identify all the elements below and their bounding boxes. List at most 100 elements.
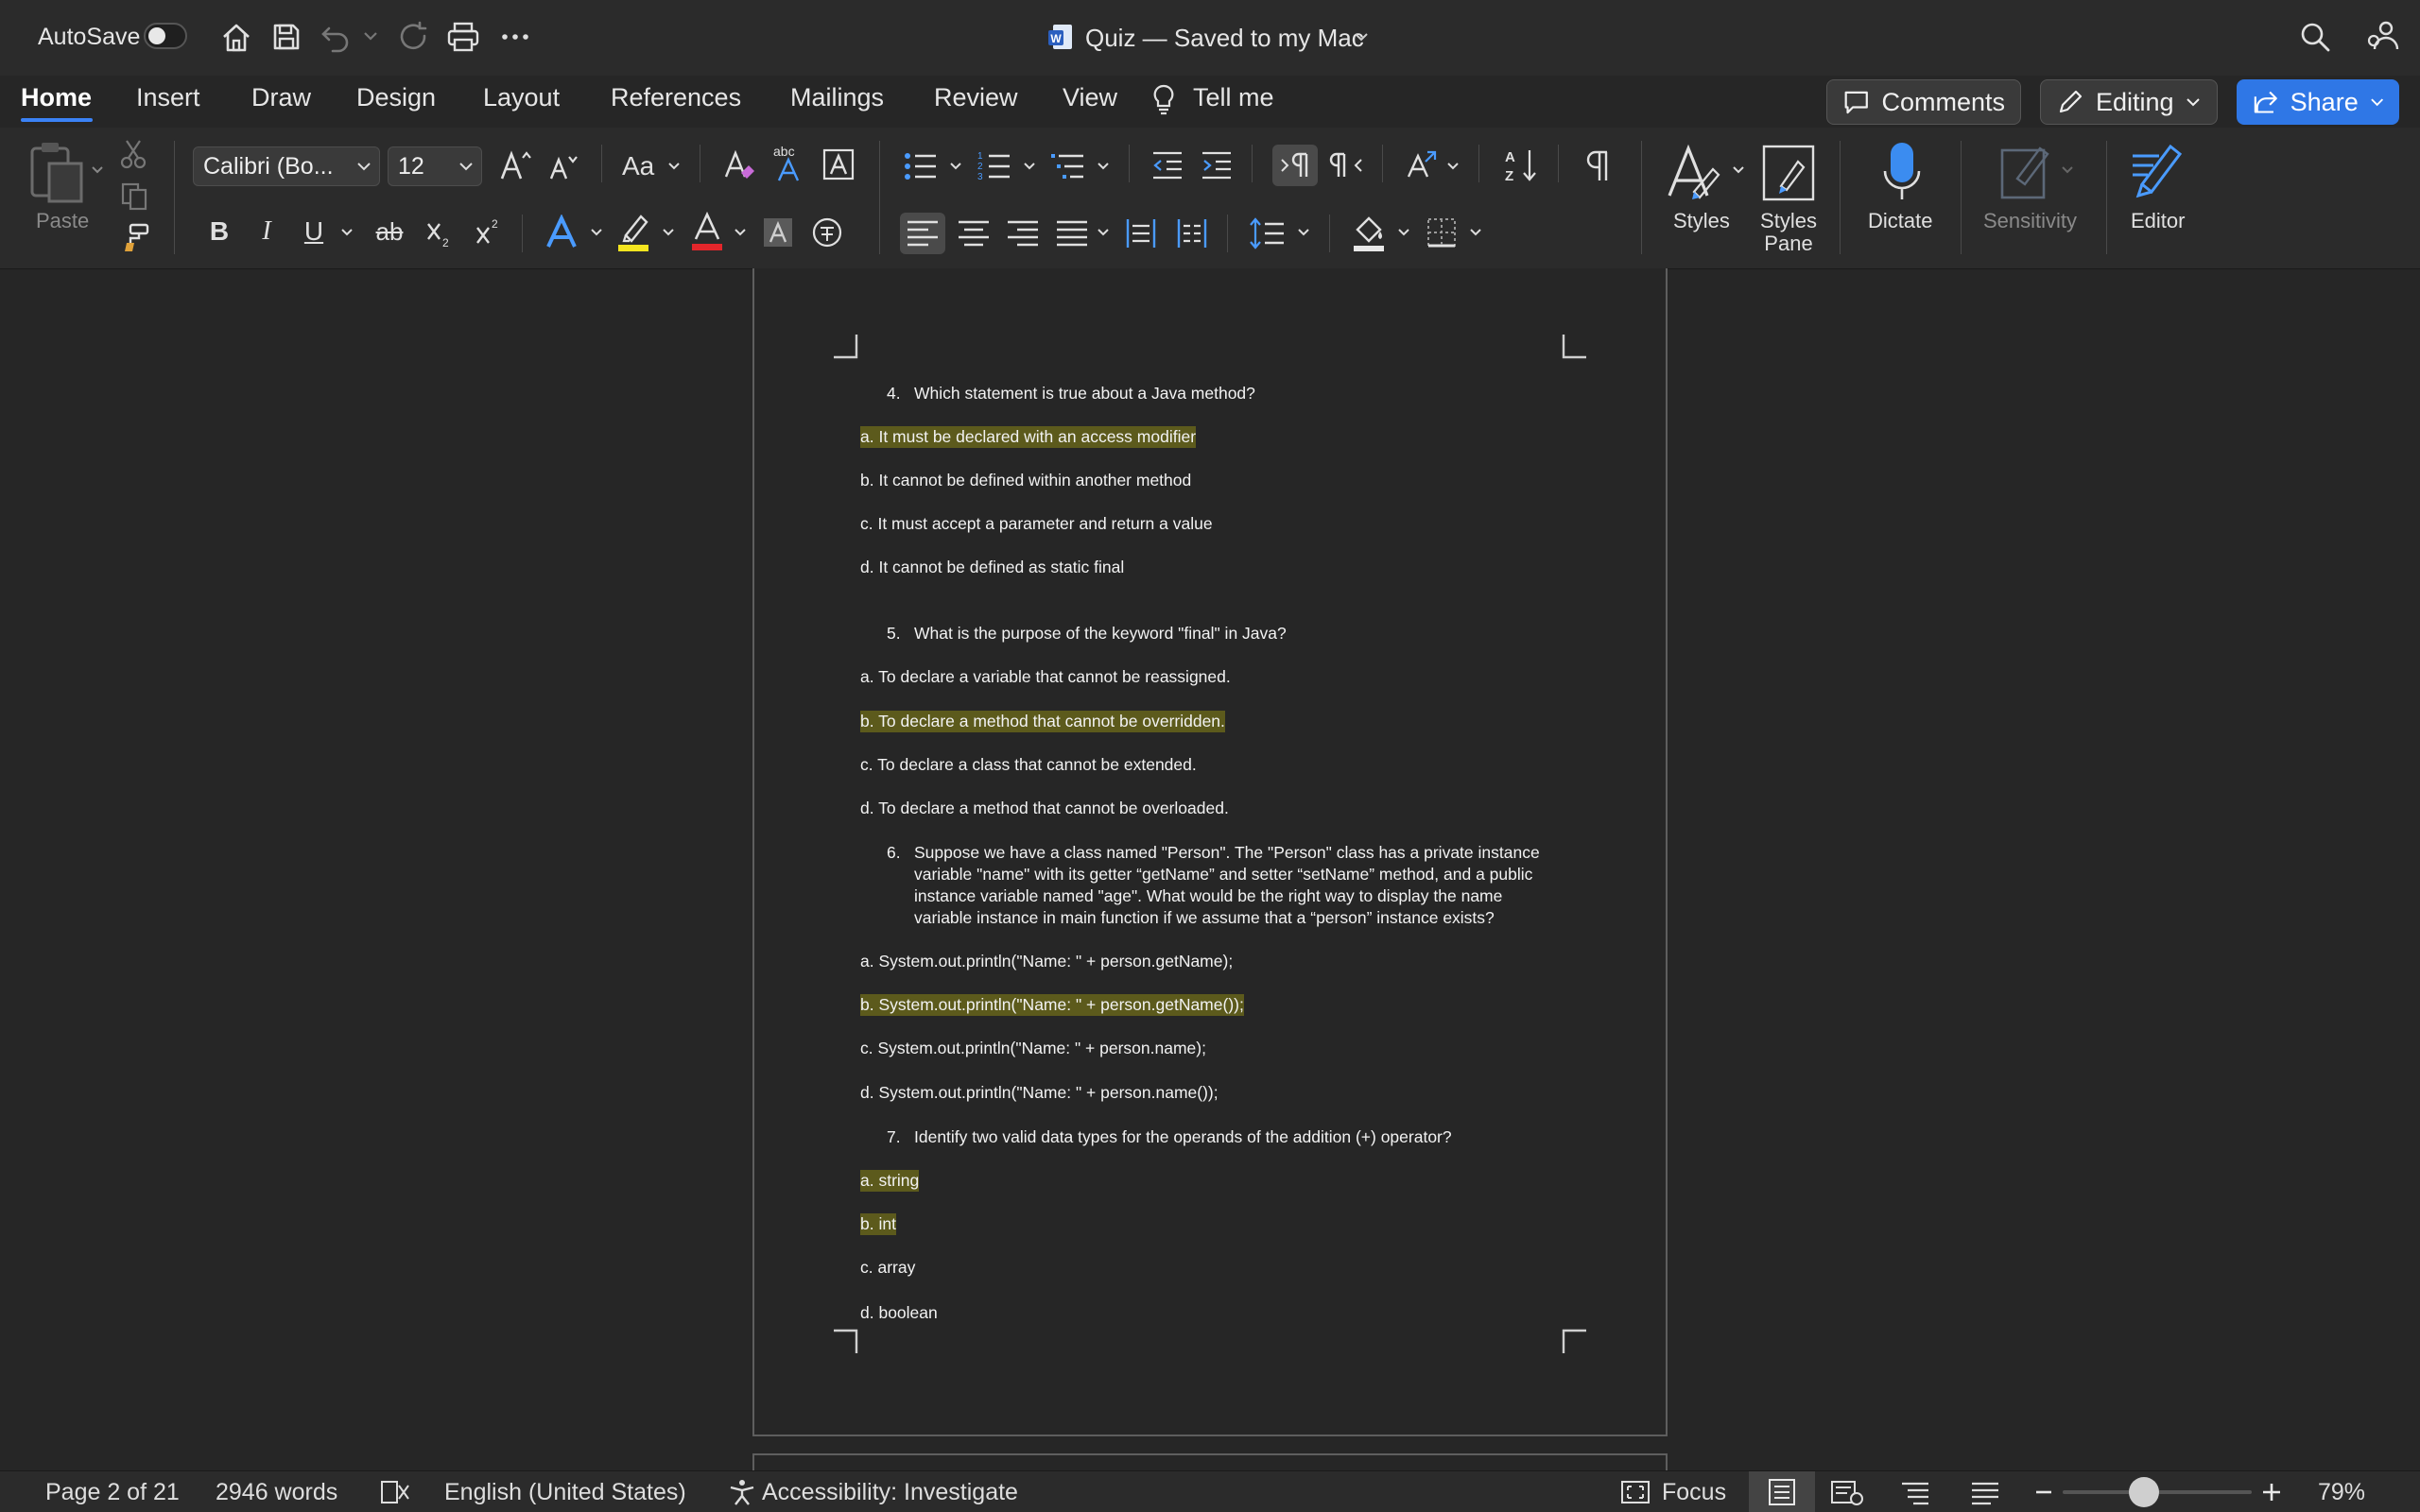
bullets-chevron-down-icon[interactable]: [949, 162, 962, 171]
zoom-level[interactable]: 79%: [2318, 1479, 2365, 1506]
multilevel-list-icon[interactable]: [1051, 150, 1085, 182]
subscript-icon[interactable]: 2: [425, 216, 454, 249]
borders-chevron-down-icon[interactable]: [1469, 228, 1482, 237]
shrink-font-icon[interactable]: [548, 152, 580, 182]
accessibility-icon[interactable]: [728, 1478, 756, 1506]
proofing-icon[interactable]: [380, 1478, 410, 1506]
tab-home[interactable]: Home: [21, 83, 92, 112]
highlight-chevron-down-icon[interactable]: [662, 228, 675, 237]
show-formatting-marks-icon[interactable]: [1582, 148, 1615, 182]
outline-view-icon[interactable]: [1900, 1480, 1930, 1506]
focus-mode-icon[interactable]: [1620, 1480, 1651, 1504]
tab-view[interactable]: View: [1063, 83, 1117, 112]
microphone-icon[interactable]: [1881, 141, 1923, 203]
font-color-chevron-down-icon[interactable]: [734, 228, 747, 237]
align-left-button[interactable]: [900, 213, 945, 254]
zoom-in-icon[interactable]: [2259, 1480, 2284, 1504]
save-icon[interactable]: [270, 21, 302, 53]
character-shading-icon[interactable]: [762, 216, 794, 249]
bullets-icon[interactable]: [904, 150, 938, 182]
document-title[interactable]: Quiz — Saved to my Mac: [1085, 24, 1364, 53]
focus-mode-label[interactable]: Focus: [1662, 1479, 1726, 1506]
cut-icon[interactable]: [119, 139, 147, 169]
web-layout-view-icon[interactable]: [1830, 1480, 1864, 1506]
autosave-toggle[interactable]: [144, 23, 187, 49]
bold-button[interactable]: B: [206, 215, 233, 249]
editor-label[interactable]: Editor: [2131, 209, 2185, 233]
change-case-chevron-down-icon[interactable]: [667, 162, 681, 171]
tell-me-search[interactable]: Tell me: [1193, 83, 1274, 112]
tab-design[interactable]: Design: [356, 83, 436, 112]
print-layout-view-button[interactable]: [1749, 1471, 1815, 1512]
zoom-slider-thumb[interactable]: [2129, 1477, 2159, 1507]
undo-chevron-down-icon[interactable]: [363, 30, 378, 42]
columns-icon[interactable]: [1176, 216, 1208, 250]
copy-icon[interactable]: [119, 180, 149, 211]
draft-view-icon[interactable]: [1970, 1480, 2000, 1506]
italic-button[interactable]: I: [253, 215, 280, 249]
share-button[interactable]: Share: [2237, 79, 2399, 125]
underline-chevron-down-icon[interactable]: [340, 228, 354, 237]
change-case-button[interactable]: Aa: [622, 150, 654, 182]
word-count[interactable]: 2946 words: [216, 1479, 337, 1506]
comments-button[interactable]: Comments: [1826, 79, 2021, 125]
justify-button[interactable]: [1049, 213, 1095, 254]
paste-icon[interactable]: [26, 141, 87, 203]
styles-icon[interactable]: [1666, 143, 1722, 203]
increase-indent-icon[interactable]: [1201, 150, 1233, 180]
distributed-icon[interactable]: [1125, 216, 1157, 250]
format-painter-icon[interactable]: [119, 222, 151, 254]
decrease-indent-icon[interactable]: [1151, 150, 1184, 180]
grow-font-icon[interactable]: [499, 148, 533, 182]
tab-mailings[interactable]: Mailings: [790, 83, 884, 112]
font-size-select[interactable]: 12: [388, 146, 482, 186]
title-chevron-down-icon[interactable]: [1354, 31, 1369, 43]
redo-icon[interactable]: [397, 21, 429, 53]
line-spacing-chevron-down-icon[interactable]: [1297, 228, 1310, 237]
superscript-icon[interactable]: 2: [475, 216, 503, 249]
sort-icon[interactable]: AZ: [1503, 146, 1539, 184]
text-effects-icon[interactable]: [544, 215, 579, 250]
editing-mode-button[interactable]: Editing: [2040, 79, 2218, 125]
character-border-icon[interactable]: [822, 148, 855, 180]
shading-chevron-down-icon[interactable]: [1397, 228, 1410, 237]
accessibility-status[interactable]: Accessibility: Investigate: [762, 1479, 1018, 1506]
tab-review[interactable]: Review: [934, 83, 1018, 112]
multilevel-chevron-down-icon[interactable]: [1097, 162, 1110, 171]
justify-chevron-down-icon[interactable]: [1097, 228, 1110, 237]
enclose-characters-icon[interactable]: [811, 216, 843, 249]
styles-chevron-down-icon[interactable]: [1732, 165, 1745, 175]
paste-chevron-down-icon[interactable]: [91, 165, 104, 175]
tab-draw[interactable]: Draw: [251, 83, 311, 112]
text-direction-icon[interactable]: [1405, 148, 1439, 182]
zoom-out-icon[interactable]: [2032, 1480, 2055, 1504]
font-name-select[interactable]: Calibri (Bo...: [193, 146, 380, 186]
more-commands-icon[interactable]: [499, 21, 531, 53]
font-color-icon[interactable]: [690, 211, 724, 252]
borders-icon[interactable]: [1426, 216, 1458, 249]
rtl-paragraph-button[interactable]: [1325, 145, 1371, 186]
language-status[interactable]: English (United States): [444, 1479, 686, 1506]
align-right-button[interactable]: [1000, 213, 1046, 254]
styles-pane-icon[interactable]: [1760, 143, 1817, 203]
clear-formatting-icon[interactable]: [722, 148, 756, 182]
tab-insert[interactable]: Insert: [136, 83, 200, 112]
home-icon[interactable]: [219, 21, 253, 55]
text-direction-chevron-down-icon[interactable]: [1446, 162, 1460, 171]
text-effects-chevron-down-icon[interactable]: [590, 228, 603, 237]
account-icon[interactable]: [2365, 19, 2399, 53]
shading-icon[interactable]: [1352, 213, 1388, 252]
page-count[interactable]: Page 2 of 21: [45, 1479, 180, 1506]
line-spacing-icon[interactable]: [1250, 216, 1286, 250]
align-center-button[interactable]: [951, 213, 996, 254]
numbering-icon[interactable]: 123: [977, 150, 1011, 182]
dictate-label[interactable]: Dictate: [1868, 209, 1932, 233]
underline-button[interactable]: U: [301, 215, 327, 249]
tab-references[interactable]: References: [611, 83, 741, 112]
search-icon[interactable]: [2299, 21, 2331, 53]
tab-layout[interactable]: Layout: [483, 83, 560, 112]
editor-icon[interactable]: [2129, 141, 2189, 203]
undo-icon[interactable]: [320, 21, 352, 53]
print-icon[interactable]: [446, 21, 480, 53]
strikethrough-button[interactable]: ab: [372, 215, 406, 249]
